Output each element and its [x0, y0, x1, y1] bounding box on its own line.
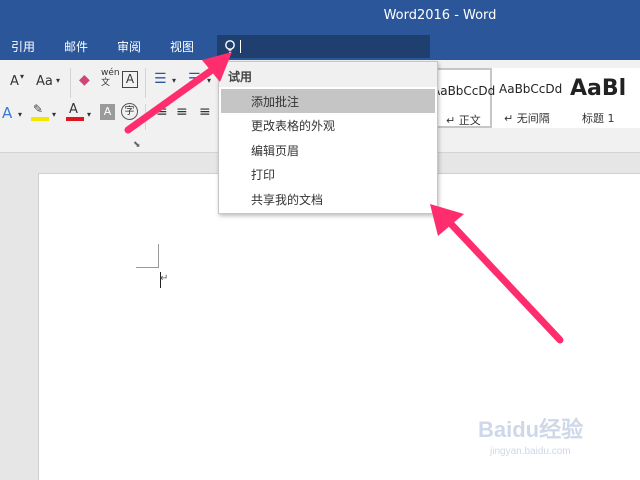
dropdown-item-label: 编辑页眉	[251, 144, 300, 158]
ribbon-separator	[145, 104, 146, 130]
change-case-button[interactable]: Aa	[36, 74, 53, 89]
font-color-swatch	[66, 117, 84, 121]
chevron-down-icon: ▾	[52, 110, 57, 119]
tab-view[interactable]: 视图	[170, 38, 194, 55]
dropdown-item-label: 更改表格的外观	[251, 119, 336, 133]
chevron-down-icon: ▾	[20, 72, 25, 81]
tab-review[interactable]: 审阅	[117, 38, 141, 55]
highlight-color-button[interactable]: ✎	[31, 102, 49, 122]
margin-corner-mark	[158, 244, 159, 268]
style-name: ↵ 正文	[446, 114, 481, 127]
character-shading-button[interactable]: A	[100, 104, 115, 120]
style-sample: AaBl	[570, 76, 627, 101]
bullets-icon[interactable]: ☰	[154, 71, 167, 87]
watermark-logo: Baidu经验	[478, 417, 584, 442]
tell-me-dropdown: 试用 添加批注 更改表格的外观 编辑页眉 打印 共享我的文档	[218, 61, 438, 214]
enclose-characters-button[interactable]: 字	[121, 103, 138, 120]
dropdown-header-label: 试用	[228, 70, 253, 84]
margin-corner-mark	[136, 267, 158, 268]
ribbon-separator	[145, 68, 146, 98]
paragraph-mark: ↵	[160, 273, 169, 284]
styles-gallery: AaBbCcDd ↵ 正文 AaBbCcDd ↵ 无间隔 AaBl 标题 1	[430, 68, 640, 128]
numbering-icon[interactable]: ☰	[188, 71, 201, 87]
text-caret	[240, 40, 241, 53]
align-left-icon[interactable]: ≡	[156, 104, 168, 120]
phonetic-guide-button[interactable]: wén 文	[101, 68, 120, 88]
style-heading-1[interactable]: AaBl 标题 1	[566, 68, 640, 128]
clear-format-icon[interactable]: ◆	[79, 72, 90, 88]
highlighter-icon: ✎	[33, 102, 44, 116]
font-color-letter: A	[69, 102, 78, 117]
lightbulb-icon	[225, 40, 235, 54]
highlight-swatch	[31, 117, 49, 121]
watermark-url: jingyan.baidu.com	[490, 446, 571, 457]
chevron-down-icon: ▾	[172, 76, 177, 85]
style-name: ↵ 无间隔	[504, 112, 550, 125]
dropdown-item-add-comment[interactable]: 添加批注	[221, 89, 435, 113]
phonetic-bottom: 文	[101, 78, 111, 88]
tell-me-search-input[interactable]	[217, 35, 430, 58]
font-color-button[interactable]: A	[66, 102, 84, 122]
align-center-icon[interactable]: ≡	[176, 104, 188, 120]
ribbon-tabs: 引用 邮件 审阅 视图	[0, 33, 640, 60]
style-normal[interactable]: AaBbCcDd ↵ 正文	[430, 68, 496, 128]
chevron-down-icon: ▾	[18, 110, 23, 119]
ribbon-separator	[70, 68, 71, 98]
character-border-button[interactable]: A	[122, 71, 138, 88]
title-bar: Word2016 - Word	[0, 0, 640, 33]
dropdown-header: 试用	[219, 62, 437, 87]
dropdown-item-print[interactable]: 打印	[221, 162, 435, 186]
dropdown-item-edit-header[interactable]: 编辑页眉	[221, 138, 435, 162]
style-no-spacing[interactable]: AaBbCcDd ↵ 无间隔	[496, 68, 562, 128]
dialog-launcher-icon[interactable]: ⬊	[133, 140, 141, 150]
grow-font-button[interactable]: A	[10, 74, 19, 89]
chevron-down-icon: ▾	[207, 76, 212, 85]
phonetic-top: wén	[101, 68, 120, 78]
text-effects-button[interactable]: A	[2, 104, 12, 122]
chevron-down-icon: ▾	[87, 110, 92, 119]
dropdown-item-label: 打印	[251, 168, 276, 182]
window-title: Word2016 - Word	[383, 8, 497, 23]
dropdown-item-table-appearance[interactable]: 更改表格的外观	[221, 113, 435, 137]
style-sample: AaBbCcDd	[499, 82, 563, 96]
chevron-down-icon: ▾	[56, 76, 61, 85]
tab-mailings[interactable]: 邮件	[64, 38, 88, 55]
dropdown-item-label: 共享我的文档	[251, 193, 324, 207]
dropdown-item-label: 添加批注	[251, 95, 300, 109]
dropdown-item-share[interactable]: 共享我的文档	[221, 187, 435, 211]
tab-references[interactable]: 引用	[11, 38, 35, 55]
align-right-icon[interactable]: ≡	[199, 104, 211, 120]
style-sample: AaBbCcDd	[432, 84, 496, 98]
style-name: 标题 1	[582, 112, 615, 125]
